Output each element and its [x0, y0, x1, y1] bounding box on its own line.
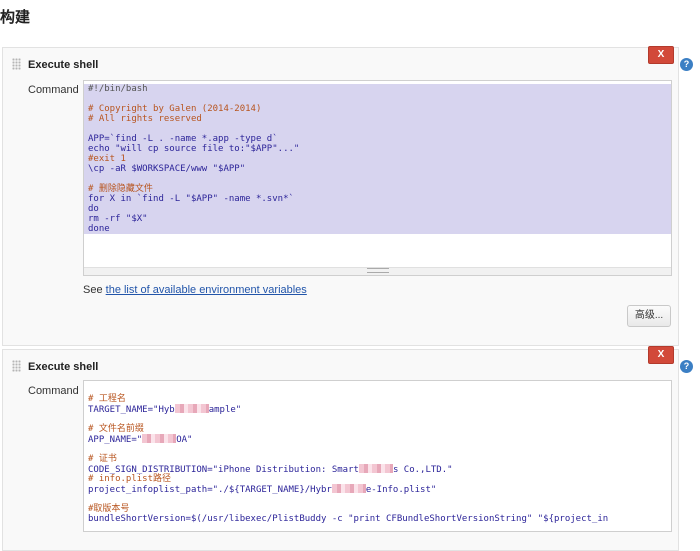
code-line: \cp -aR $WORKSPACE/www "$APP" [88, 164, 246, 174]
code-line: # All rights reserved [88, 114, 202, 124]
code-line: do [88, 204, 99, 214]
drag-handle-icon[interactable] [12, 360, 21, 372]
code-line: CODE_SIGN_DISTRIBUTION="iPhone Distribut… [88, 464, 453, 475]
resize-grip-icon [366, 268, 389, 273]
advanced-button[interactable]: 高级... [627, 305, 671, 327]
code-line: project_infoplist_path="./${TARGET_NAME}… [88, 484, 437, 495]
code-line: TARGET_NAME="Hyb ample" [88, 404, 242, 415]
code-line: # 删除隐藏文件 [88, 184, 153, 194]
command-label: Command [28, 84, 79, 96]
code-line: APP_NAME=" OA" [88, 434, 193, 445]
command-code: # 工程名 TARGET_NAME="Hyb ample" # 文件名前缀 APP_NA… [88, 384, 671, 524]
redacted-text [142, 434, 177, 443]
env-variables-hint: See the list of available environment va… [83, 284, 307, 296]
redacted-text [358, 464, 393, 473]
command-textarea[interactable]: #!/bin/bash # Copyright by Galen (2014-20… [83, 80, 672, 276]
build-step-title: Execute shell [28, 361, 99, 373]
command-textarea[interactable]: # 工程名 TARGET_NAME="Hyb ample" # 文件名前缀 APP_NA… [83, 380, 672, 532]
help-icon[interactable]: ? [680, 360, 693, 373]
help-icon[interactable]: ? [680, 58, 693, 71]
code-line: # Copyright by Galen (2014-2014) [88, 104, 262, 114]
code-line: for X in `find -L "$APP" -name *.svn*` [88, 194, 294, 204]
code-line: #exit 1 [88, 154, 126, 164]
page-title: 构建 [0, 9, 31, 26]
code-line: # 证书 [88, 454, 117, 464]
delete-step-button[interactable]: X [648, 346, 674, 364]
redacted-text [174, 404, 209, 413]
textarea-resize-bar[interactable] [84, 267, 671, 275]
redacted-text [331, 484, 366, 493]
code-line: rm -rf "$X" [88, 214, 148, 224]
code-line: # 工程名 [88, 394, 126, 404]
command-code: #!/bin/bash # Copyright by Galen (2014-20… [88, 84, 671, 234]
env-prefix: See [83, 284, 106, 296]
command-label: Command [28, 385, 79, 397]
build-step-title: Execute shell [28, 59, 99, 71]
code-line: # 文件名前缀 [88, 424, 144, 434]
code-line: # info.plist路径 [88, 474, 172, 484]
drag-handle-icon[interactable] [12, 58, 21, 70]
code-line: #!/bin/bash [88, 84, 148, 94]
code-line: APP=`find -L . -name *.app -type d` [88, 134, 278, 144]
code-line: echo "will cp source file to:"$APP"..." [88, 144, 300, 154]
env-variables-link[interactable]: the list of available environment variab… [106, 284, 307, 296]
delete-step-button[interactable]: X [648, 46, 674, 64]
code-line: done [88, 224, 110, 234]
code-line: #取版本号 [88, 504, 130, 514]
code-line: bundleShortVersion=$(/usr/libexec/PlistB… [88, 514, 609, 524]
